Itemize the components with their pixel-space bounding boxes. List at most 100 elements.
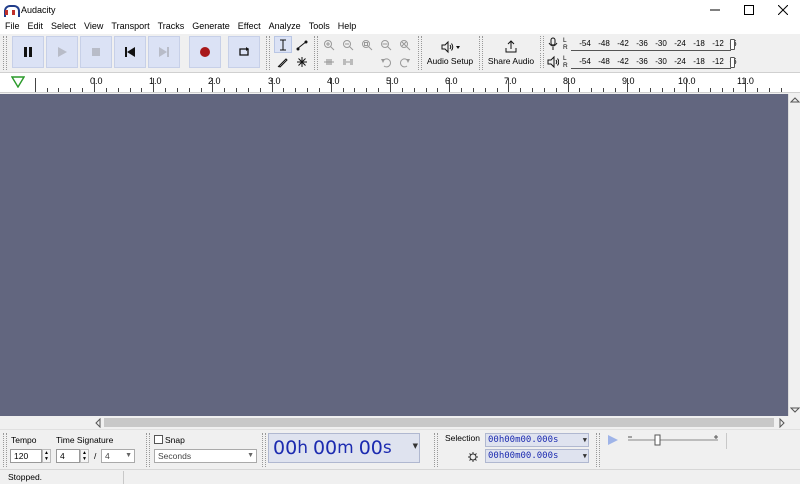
chevron-down-icon[interactable]: ▼ — [583, 434, 587, 446]
skip-to-start-button[interactable] — [114, 36, 146, 68]
menu-transport[interactable]: Transport — [107, 19, 153, 34]
menu-analyze[interactable]: Analyze — [265, 19, 305, 34]
audio-setup-toolbar-grip[interactable] — [418, 36, 422, 70]
selection-label: Selection — [445, 433, 480, 443]
ruler-tick — [70, 88, 71, 92]
trim-icon — [324, 58, 334, 65]
snap-toolbar-grip[interactable] — [146, 433, 150, 467]
multi-tool-button[interactable] — [293, 53, 311, 70]
time-signature-denominator[interactable]: 4 ▼ — [101, 449, 135, 463]
scroll-right-icon[interactable] — [778, 418, 786, 428]
audio-position-display[interactable]: 00 h 00 m 00 s ▼ — [268, 433, 420, 463]
time-toolbar-grip[interactable] — [262, 433, 266, 467]
selection-start-field[interactable]: 00h00m00.000s ▼ — [485, 433, 589, 447]
menu-effect[interactable]: Effect — [234, 19, 265, 34]
zoom-selection-icon — [362, 39, 373, 50]
audio-setup-button[interactable]: Audio Setup — [424, 36, 476, 70]
scroll-left-icon[interactable] — [94, 418, 102, 428]
silence-audio-button[interactable] — [339, 53, 357, 70]
share-audio-toolbar-grip[interactable] — [479, 36, 483, 70]
ruler-label: 1.0 — [149, 76, 162, 86]
selection-end-field[interactable]: 00h00m00.000s ▼ — [485, 449, 589, 463]
scroll-down-icon[interactable] — [790, 406, 800, 414]
scroll-up-icon[interactable] — [790, 96, 800, 104]
menu-view[interactable]: View — [80, 19, 107, 34]
horizontal-scrollbar[interactable] — [92, 416, 788, 429]
maximize-button[interactable] — [732, 0, 766, 19]
time-format-dropdown-icon[interactable]: ▼ — [413, 442, 418, 450]
time-signature-numerator[interactable]: 4 — [56, 449, 80, 463]
ruler-tick — [402, 88, 403, 92]
horizontal-scroll-thumb[interactable] — [104, 418, 774, 427]
menu-select[interactable]: Select — [47, 19, 80, 34]
ruler-tick — [106, 88, 107, 92]
stop-button[interactable] — [80, 36, 112, 68]
record-icon — [200, 47, 210, 57]
playback-meter-grip[interactable] — [540, 53, 544, 68]
redo-button[interactable] — [396, 53, 414, 70]
snap-unit-value: Seconds — [158, 451, 192, 461]
snap-checkbox[interactable] — [154, 435, 163, 444]
recording-level-slider[interactable] — [730, 38, 735, 50]
menu-edit[interactable]: Edit — [24, 19, 48, 34]
play-at-speed-icon[interactable] — [606, 434, 620, 446]
zoom-in-button[interactable] — [320, 36, 338, 53]
ruler-tick — [331, 78, 332, 92]
menu-tracks[interactable]: Tracks — [154, 19, 189, 34]
time-signature-toolbar-grip[interactable] — [3, 433, 7, 467]
pause-button[interactable] — [12, 36, 44, 68]
play-head-triangle-icon[interactable] — [11, 76, 25, 88]
ruler-tick — [118, 88, 119, 92]
transport-toolbar-grip[interactable] — [3, 36, 7, 70]
vertical-scrollbar[interactable] — [788, 94, 800, 416]
zoom-out-button[interactable] — [339, 36, 357, 53]
zoom-toggle-button[interactable] — [396, 36, 414, 53]
play-button[interactable] — [46, 36, 78, 68]
menu-tools[interactable]: Tools — [305, 19, 334, 34]
skip-to-end-button[interactable] — [148, 36, 180, 68]
close-icon — [778, 4, 788, 15]
selection-toolbar-grip[interactable] — [434, 433, 438, 467]
timeline-ruler[interactable]: 0.0 1.0 2.0 3.0 4.0 5.0 6.0 7.0 8.0 9.0 … — [0, 72, 800, 93]
play-at-speed-toolbar-grip[interactable] — [596, 433, 600, 467]
chevron-down-icon[interactable]: ▼ — [583, 450, 587, 462]
track-area[interactable] — [0, 94, 788, 416]
snap-unit-select[interactable]: Seconds ▼ — [154, 449, 257, 463]
ruler-tick — [508, 78, 509, 92]
tempo-stepper[interactable]: ▲ ▼ — [42, 449, 51, 463]
loop-button[interactable] — [228, 36, 260, 68]
numerator-stepper[interactable]: ▲ ▼ — [80, 449, 89, 463]
meter-tick: -54 — [579, 56, 591, 66]
undo-button[interactable] — [377, 53, 395, 70]
tools-toolbar-grip[interactable] — [266, 36, 270, 70]
meter-tick: -18 — [693, 56, 705, 66]
trim-audio-button[interactable] — [320, 53, 338, 70]
play-icon — [58, 47, 67, 57]
record-meter-grip[interactable] — [540, 36, 544, 51]
close-button[interactable] — [766, 0, 800, 19]
edit-toolbar-grip[interactable] — [314, 36, 318, 70]
selection-tool-button[interactable] — [274, 36, 292, 53]
fit-selection-button[interactable] — [358, 36, 376, 53]
menu-generate[interactable]: Generate — [188, 19, 234, 34]
playback-meter[interactable]: LR -54 -48 -42 -36 -30 -24 -18 -12 -6 — [547, 53, 737, 70]
share-audio-button[interactable]: Share Audio — [485, 36, 537, 70]
menu-file[interactable]: File — [1, 19, 24, 34]
playback-speed-slider[interactable] — [626, 434, 720, 448]
recording-meter[interactable]: LR -54 -48 -42 -36 -30 -24 -18 -12 -6 — [547, 35, 737, 52]
ruler-label: 3.0 — [268, 76, 281, 86]
playback-level-slider[interactable] — [730, 56, 735, 68]
fit-project-button[interactable] — [377, 36, 395, 53]
ruler-label: 2.0 — [208, 76, 221, 86]
minimize-button[interactable] — [698, 0, 732, 19]
playback-meter-scale: -54 -48 -42 -36 -30 -24 -18 -12 -6 — [571, 55, 737, 69]
record-button[interactable] — [189, 36, 221, 68]
meter-tick: -24 — [674, 56, 686, 66]
gear-icon[interactable] — [467, 451, 479, 463]
menu-help[interactable]: Help — [334, 19, 361, 34]
envelope-tool-button[interactable] — [293, 36, 311, 53]
draw-tool-button[interactable] — [274, 53, 292, 70]
ruler-tick — [639, 88, 640, 92]
audacity-logo-icon — [4, 4, 20, 17]
tempo-input[interactable]: 120 — [10, 449, 42, 463]
